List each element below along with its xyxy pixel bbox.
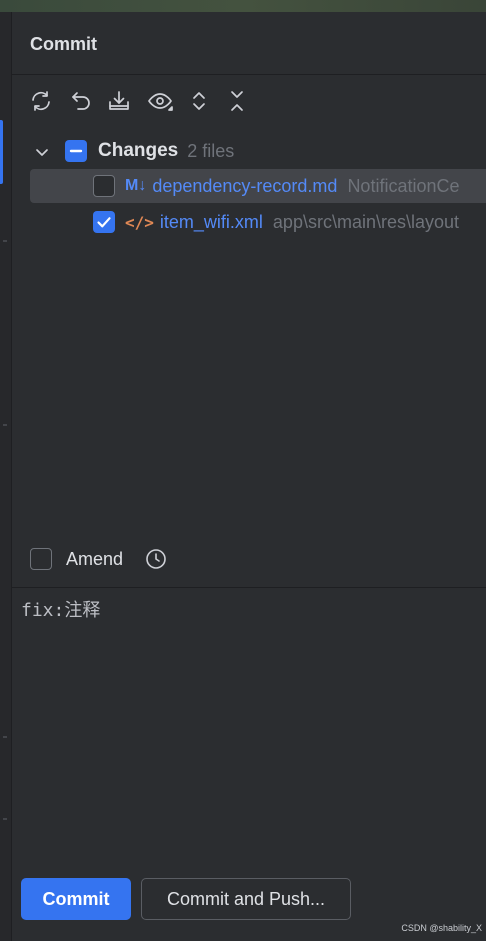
file-checkbox[interactable] [93,175,115,197]
panel-title: Commit [30,34,97,54]
stripe-divider [3,818,7,820]
changes-group-label: Changes [98,140,179,161]
amend-checkbox[interactable] [30,548,52,570]
markdown-icon: M↓ [125,177,147,194]
tool-window-stripe [0,12,12,941]
amend-label[interactable]: Amend [66,549,123,570]
stripe-divider [3,736,7,738]
collapse-all-icon[interactable] [224,88,250,114]
changes-file-count: 2 files [187,140,235,161]
shelve-icon[interactable] [106,88,132,114]
changes-group-row[interactable]: Changes 2 files [12,134,486,168]
file-row[interactable]: M↓ dependency-record.md NotificationCe [30,169,486,203]
file-path: NotificationCe [347,175,460,196]
panel-header: Commit [12,12,486,75]
file-name: item_wifi.xml [159,211,263,232]
active-tool-indicator[interactable] [0,120,3,184]
commit-message-input[interactable]: fix:注释 [21,596,100,622]
checkmark-icon [97,217,111,228]
expand-all-icon[interactable] [186,88,212,114]
rollback-icon[interactable] [68,88,94,114]
clock-icon[interactable] [145,548,167,570]
window-top-strip [0,0,486,12]
file-path: app\src\main\res\layout [272,211,460,232]
refresh-icon[interactable] [28,88,54,114]
file-name: dependency-record.md [152,175,338,196]
stripe-divider [3,240,7,242]
file-row[interactable]: </> item_wifi.xml app\src\main\res\layou… [12,205,486,239]
eye-icon[interactable] [146,88,176,114]
stripe-divider [3,424,7,426]
commit-button[interactable]: Commit [21,878,131,920]
amend-row: Amend [30,548,167,570]
watermark: CSDN @shability_X [401,923,482,933]
xml-file-icon: </> [125,212,154,232]
chevron-down-icon[interactable] [34,144,50,160]
message-divider [12,587,486,588]
commit-panel: Commit Changes 2 files M↓ dependency-rec… [12,12,486,941]
minus-icon [69,149,83,153]
commit-and-push-button[interactable]: Commit and Push... [141,878,351,920]
file-checkbox[interactable] [93,211,115,233]
changes-group-checkbox[interactable] [65,140,87,162]
